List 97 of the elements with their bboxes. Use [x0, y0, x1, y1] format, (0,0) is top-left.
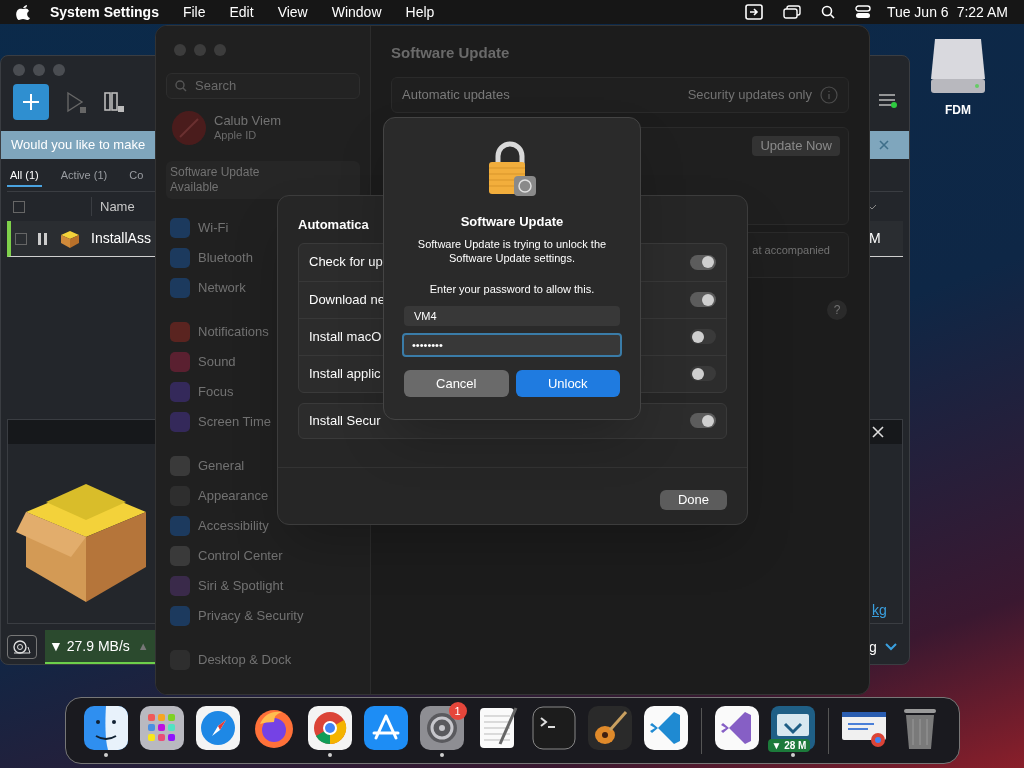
sidebar-item[interactable]: Siri & Spotlight [198, 576, 284, 596]
sidebar-item[interactable]: Focus [198, 382, 234, 402]
settings-group: Automatic updates Security updates only [391, 76, 849, 113]
speed-label: ▼ 28 M [767, 739, 811, 752]
menu-bar-date[interactable]: Tue Jun 6 [886, 1, 949, 23]
menu-item[interactable]: Window [331, 1, 382, 23]
update-now-button[interactable]: Update Now [752, 135, 840, 156]
sidebar-item[interactable]: Control Center [198, 546, 283, 566]
sidebar-item[interactable]: Screen Time [198, 412, 271, 432]
filter-tab[interactable]: Co [126, 166, 147, 187]
plus-icon [21, 92, 41, 112]
chevron-down-icon[interactable] [884, 643, 897, 651]
running-indicator-icon [327, 753, 332, 757]
lock-icon [486, 140, 538, 198]
add-download-button[interactable] [13, 84, 49, 120]
toggle-switch[interactable] [690, 292, 716, 307]
app-menu[interactable]: System Settings [50, 1, 159, 23]
search-field[interactable]: Search [166, 73, 360, 99]
file-size: M [869, 229, 882, 248]
sidebar-item[interactable]: Bluetooth [198, 248, 253, 268]
column-header[interactable]: Name [91, 196, 135, 217]
checkbox[interactable] [13, 200, 25, 213]
code-editor-icon[interactable] [643, 706, 688, 750]
toggle-switch[interactable] [690, 366, 716, 381]
update-note: at accompanied [752, 242, 830, 258]
checkbox[interactable] [15, 232, 27, 245]
cancel-button[interactable]: Cancel [404, 370, 509, 397]
upload-arrow: ▲ [137, 638, 149, 654]
apple-menu-icon[interactable] [16, 4, 30, 20]
drive-label: FDM [945, 102, 971, 119]
pane-title: Software Update [391, 43, 511, 63]
username-field[interactable]: VM4 [404, 306, 620, 326]
visual-studio-icon[interactable] [714, 706, 759, 750]
sidebar-item[interactable]: Privacy & Security [198, 606, 304, 626]
password-field[interactable]: •••••••• [402, 333, 622, 357]
play-icon[interactable] [65, 90, 87, 114]
sidebar-item[interactable]: Appearance [198, 486, 269, 506]
guitar-icon[interactable] [587, 706, 632, 750]
download-speed: ▼ 27.9 MB/s [49, 636, 130, 656]
setting-value: Security updates only [687, 85, 812, 104]
option-label: Check for up [309, 253, 383, 272]
sidebar-item[interactable]: Network [198, 278, 246, 298]
file-link[interactable]: kg [872, 600, 902, 621]
menu-item[interactable]: View [277, 1, 308, 23]
sidebar-item[interactable]: General [198, 456, 245, 476]
speed-limit-button[interactable] [7, 635, 37, 659]
running-indicator-icon [103, 753, 108, 757]
app-store-icon[interactable] [363, 706, 408, 750]
columns-icon[interactable] [103, 90, 125, 114]
sidebar-item[interactable]: Notifications [198, 322, 269, 342]
chrome-icon[interactable] [307, 706, 352, 750]
account-subtitle: Apple ID [214, 128, 258, 143]
menu-item[interactable]: File [182, 1, 206, 23]
help-button[interactable]: ? [827, 299, 847, 320]
search-icon [175, 80, 187, 92]
menu-item[interactable]: Help [405, 1, 435, 23]
settings-icon[interactable] [419, 706, 464, 750]
search-icon[interactable] [820, 5, 835, 19]
finder-icon[interactable] [83, 706, 128, 750]
notification-badge: 1 [448, 702, 467, 720]
running-indicator-icon [439, 753, 444, 757]
windows-icon[interactable] [782, 5, 801, 19]
toggle-switch[interactable] [690, 254, 716, 270]
launchpad-icon[interactable] [139, 706, 184, 750]
file-name: InstallAss [91, 229, 151, 248]
status-text: g [869, 637, 877, 657]
dialog-prompt: Enter your password to allow this. [429, 281, 595, 297]
compass-icon[interactable] [195, 706, 240, 750]
running-indicator-icon [790, 753, 795, 757]
unlock-button[interactable]: Unlock [515, 370, 620, 397]
filter-tab[interactable]: Active (1) [57, 166, 111, 187]
update-notice[interactable]: Software Update Available [166, 161, 360, 199]
package-icon [59, 228, 81, 249]
dialog-title: Software Update [460, 213, 564, 231]
menu-bar-time[interactable]: 7:22 AM [956, 1, 1008, 23]
control-center-icon[interactable] [854, 5, 871, 19]
menu-icon[interactable] [877, 92, 897, 108]
terminal-icon[interactable] [531, 706, 576, 750]
snail-icon [12, 639, 32, 655]
option-label: Install macO [309, 327, 382, 346]
sidebar-item[interactable]: Accessibility [198, 516, 269, 536]
done-button[interactable]: Done [659, 489, 727, 510]
sidebar-item[interactable]: Wi-Fi [198, 218, 229, 238]
filter-tab[interactable]: All (1) [7, 166, 42, 187]
sidebar-item[interactable]: Desktop & Dock [198, 650, 292, 670]
screen-share-icon[interactable] [744, 4, 763, 20]
sidebar-item[interactable]: Sound [198, 352, 236, 372]
pause-icon[interactable] [37, 231, 49, 246]
dialog-message: Software Update is trying to unlock the Software Update settings. [416, 236, 608, 265]
option-label: Install applic [309, 364, 381, 383]
account-name[interactable]: Calub Viem [214, 113, 281, 128]
sheet-title: Automatica [298, 216, 369, 234]
option-label: Install Secur [309, 411, 381, 430]
toggle-switch[interactable] [690, 413, 716, 428]
banner-text: Would you like to make [10, 136, 146, 155]
toggle-switch[interactable] [690, 329, 716, 344]
menu-item[interactable]: Edit [229, 1, 254, 23]
